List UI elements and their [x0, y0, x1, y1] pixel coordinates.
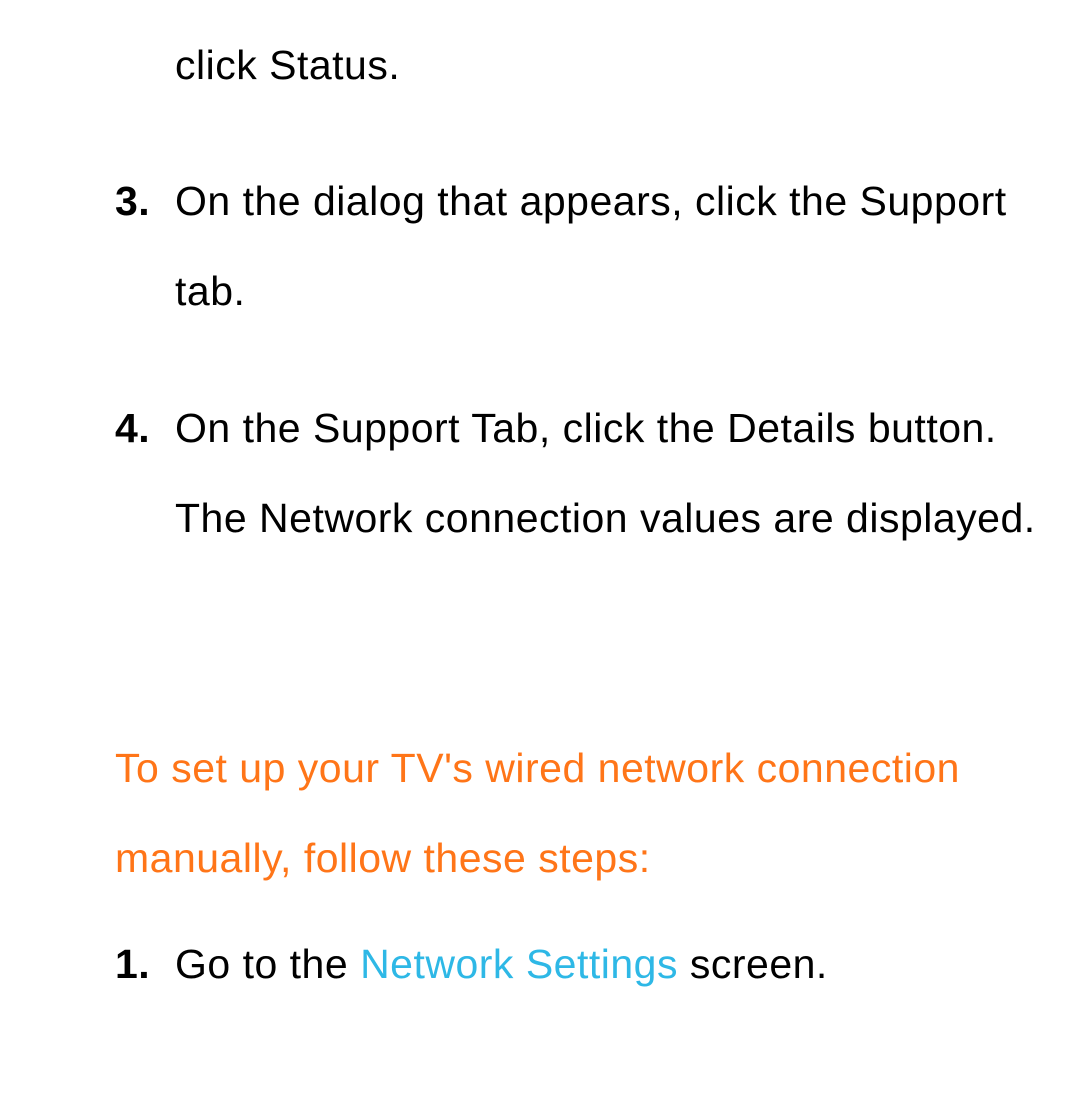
section-heading: To set up your TV's wired network connec…: [115, 723, 1050, 903]
step-text-post: screen.: [678, 941, 828, 987]
step-text: On the Support Tab, click the Details bu…: [175, 405, 1036, 541]
step-item: 3. On the dialog that appears, click the…: [115, 156, 1050, 336]
step-marker: 4.: [115, 383, 150, 473]
step-text: On the dialog that appears, click the Su…: [175, 178, 1007, 314]
continued-text: click Status.: [175, 42, 400, 88]
step-marker: 1.: [115, 919, 150, 1009]
step-marker: 3.: [115, 156, 150, 246]
document-body: click Status. 3. On the dialog that appe…: [0, 20, 1080, 1010]
step-item: 4. On the Support Tab, click the Details…: [115, 383, 1050, 563]
step-text-pre: Go to the: [175, 941, 360, 987]
continued-line: click Status.: [115, 20, 1050, 110]
step-item: 1. Go to the Network Settings screen.: [115, 919, 1050, 1009]
heading-text: To set up your TV's wired network connec…: [115, 745, 960, 881]
link-highlight: Network Settings: [360, 941, 678, 987]
